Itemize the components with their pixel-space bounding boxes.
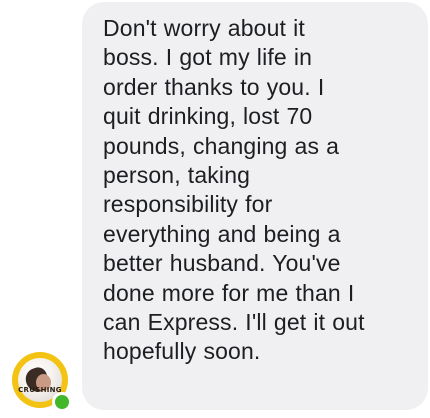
message-line: person, taking [103, 162, 251, 189]
message-bubble[interactable]: Don't worry about it boss. I got my life… [82, 2, 428, 410]
message-line: pounds, changing as a [103, 132, 340, 159]
message-line: can Express. I'll get it out [103, 309, 365, 336]
message-line: order thanks to you. I [103, 73, 325, 100]
message-row: Don't worry about it boss. I got my life… [0, 0, 430, 418]
online-status-icon [52, 392, 72, 412]
sender-avatar[interactable]: CRUSHING [12, 352, 72, 412]
message-text: Don't worry about it boss. I got my life… [103, 14, 418, 367]
message-line: quit drinking, lost 70 [103, 103, 313, 130]
message-line: boss. I got my life in [103, 44, 313, 71]
message-line: hopefully soon. [103, 338, 261, 365]
message-line: better husband. You've [103, 250, 341, 277]
message-line: responsibility for [103, 191, 273, 218]
message-line: Don't worry about it [103, 15, 305, 41]
message-line: everything and being a [103, 220, 341, 247]
message-line: done more for me than I [103, 279, 355, 306]
